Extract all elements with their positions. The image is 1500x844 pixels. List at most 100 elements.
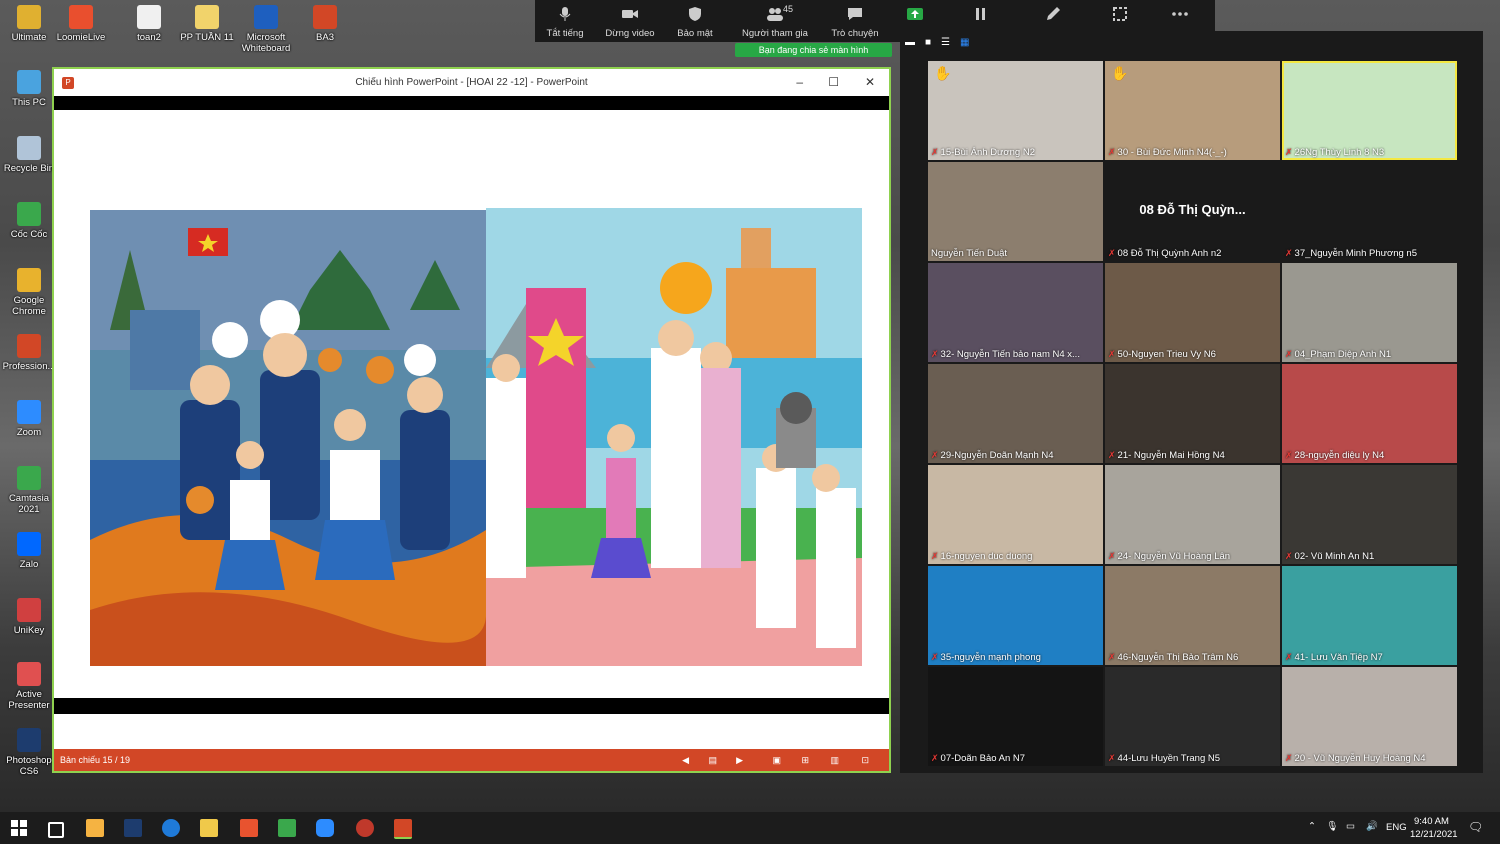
notifications-icon[interactable]: 🗨 bbox=[1468, 820, 1483, 834]
desktop-icon-label: Recycle Bin bbox=[3, 163, 55, 174]
participant-tile[interactable]: ✗ 26Ng Thùy Linh 8 N3 bbox=[1282, 61, 1457, 160]
slide-sorter-icon[interactable]: ⊞ bbox=[801, 755, 809, 766]
clock-date[interactable]: 12/21/2021 bbox=[1410, 829, 1458, 840]
participant-tile[interactable]: ✗ 29-Nguyễn Doãn Mạnh N4 bbox=[928, 364, 1103, 463]
slideshow-view-icon[interactable]: ⊡ bbox=[861, 755, 869, 766]
task-view-icon[interactable] bbox=[48, 822, 64, 838]
security-button[interactable]: Bảo mật bbox=[665, 0, 725, 42]
strip-view-icon[interactable]: ☰ bbox=[941, 37, 950, 48]
camtasia-icon[interactable] bbox=[278, 819, 296, 837]
participant-tile[interactable]: ✗ 37_Nguyễn Minh Phương n5 bbox=[1282, 162, 1457, 261]
camtasia-recorder-icon[interactable] bbox=[240, 819, 258, 837]
participants-label: Người tham gia bbox=[742, 28, 808, 39]
microphone-icon bbox=[559, 7, 571, 21]
slide-counter: Bản chiếu 15 / 19 bbox=[60, 755, 131, 765]
participant-name-label: ✗ 02- Vũ Minh An N1 bbox=[1285, 551, 1374, 562]
desktop-icon-12[interactable]: Zoom bbox=[0, 400, 58, 438]
store-icon[interactable] bbox=[86, 819, 104, 837]
slide-menu-icon[interactable]: ▤ bbox=[708, 755, 717, 766]
participant-tile[interactable]: ✗ 24- Nguyễn Vũ Hoàng Lân bbox=[1105, 465, 1280, 564]
desktop-icon-label: Active Presenter bbox=[8, 689, 50, 711]
desktop-icon-14[interactable]: Zalo bbox=[0, 532, 58, 570]
prev-slide-icon[interactable]: ◀ bbox=[682, 755, 689, 766]
participant-tile[interactable]: ✗ 28-nguyễn diệu ly N4 bbox=[1282, 364, 1457, 463]
slide-canvas bbox=[54, 110, 889, 736]
participant-tile[interactable]: ✗ 02- Vũ Minh An N1 bbox=[1282, 465, 1457, 564]
desktop-icon-9[interactable]: Cốc Cốc bbox=[0, 202, 58, 240]
participant-tile[interactable]: ✗ 50-Nguyen Trieu Vy N6 bbox=[1105, 263, 1280, 362]
chat-button[interactable]: Trò chuyện bbox=[825, 0, 885, 42]
next-slide-icon[interactable]: ▶ bbox=[736, 755, 743, 766]
desktop-icon-10[interactable]: Google Chrome bbox=[0, 268, 58, 317]
participant-name-label: Nguyễn Tiến Duật bbox=[931, 248, 1007, 259]
desktop-icon-7[interactable]: This PC bbox=[0, 70, 58, 108]
desktop-icon-15[interactable]: UniKey bbox=[0, 598, 58, 636]
participant-name-label: ✗ 15-Bùi Ánh Dương N2 bbox=[931, 147, 1035, 158]
desktop-icon-label: UniKey bbox=[13, 625, 45, 636]
normal-view-icon[interactable]: ▣ bbox=[772, 755, 781, 766]
participant-tile[interactable]: ✗ 21- Nguyễn Mai Hồng N4 bbox=[1105, 364, 1280, 463]
participant-tile[interactable]: ✗ 46-Nguyễn Thị Bảo Trâm N6 bbox=[1105, 566, 1280, 665]
edge-icon[interactable] bbox=[162, 819, 180, 837]
maximize-button[interactable]: ☐ bbox=[828, 75, 839, 89]
windows-start-icon[interactable] bbox=[10, 819, 28, 837]
participant-name-text: 04_Phạm Diệp Anh N1 bbox=[1294, 349, 1392, 360]
participant-name-text: 15-Bùi Ánh Dương N2 bbox=[940, 147, 1035, 158]
muted-mic-icon: ✗ bbox=[1285, 248, 1293, 258]
desktop-icon-17[interactable]: Photoshop CS6 bbox=[0, 728, 58, 777]
desktop-icon-11[interactable]: Profession... bbox=[0, 334, 58, 372]
participants-count: 45 bbox=[783, 4, 794, 14]
participant-name-label: ✗ 07-Doãn Bảo An N7 bbox=[931, 753, 1025, 764]
participant-name-text: 08 Đỗ Thị Quỳnh Anh n2 bbox=[1117, 248, 1222, 259]
participant-tile[interactable]: ✗ 41- Lưu Văn Tiệp N7 bbox=[1282, 566, 1457, 665]
desktop-icon-1[interactable]: Ultimate bbox=[0, 5, 58, 43]
desktop-icon-2[interactable]: LoomieLive bbox=[52, 5, 110, 43]
participant-tile[interactable]: ✗ 35-nguyễn mạnh phong bbox=[928, 566, 1103, 665]
participant-name-text: 32- Nguyễn Tiến bảo nam N4 x... bbox=[940, 349, 1080, 360]
participant-tile[interactable]: ✗ 04_Phạm Diệp Anh N1 bbox=[1282, 263, 1457, 362]
participant-tile[interactable]: 08 Đỗ Thị Quỳn... ✗ 08 Đỗ Thị Quỳnh Anh n2 bbox=[1105, 162, 1280, 261]
speaker-view-icon[interactable]: ■ bbox=[925, 37, 931, 48]
desktop-icon-6[interactable]: BA3 bbox=[296, 5, 354, 43]
participant-name-text: 44-Lưu Huyền Trang N5 bbox=[1117, 753, 1221, 764]
volume-icon[interactable]: 🔊 bbox=[1366, 821, 1378, 832]
language-indicator[interactable]: ENG bbox=[1386, 822, 1407, 833]
desktop-icon-8[interactable]: Recycle Bin bbox=[0, 136, 58, 174]
reading-view-icon[interactable]: ▥ bbox=[830, 755, 839, 766]
minimize-button[interactable]: – bbox=[796, 75, 803, 89]
desktop-icon-4[interactable]: PP TUẦN 11 bbox=[178, 5, 236, 43]
gallery-view-icon[interactable]: ▦ bbox=[960, 37, 969, 48]
muted-mic-icon: ✗ bbox=[931, 349, 939, 359]
participants-button[interactable]: 45 Người tham gia bbox=[725, 0, 825, 42]
participant-tile[interactable]: ✗ 20 - Vũ Nguyễn Huy Hoàng N4 bbox=[1282, 667, 1457, 766]
participant-tile[interactable]: ✗ 44-Lưu Huyền Trang N5 bbox=[1105, 667, 1280, 766]
desktop-icon-16[interactable]: Active Presenter bbox=[0, 662, 58, 711]
participant-tile[interactable]: ✋ ✗ 15-Bùi Ánh Dương N2 bbox=[928, 61, 1103, 160]
close-button[interactable]: ✕ bbox=[865, 75, 875, 89]
slide-painting-left bbox=[90, 210, 486, 666]
minimize-gallery-icon[interactable]: ▬ bbox=[905, 37, 915, 48]
participant-tile[interactable]: Nguyễn Tiến Duật bbox=[928, 162, 1103, 261]
participant-tile[interactable]: ✗ 07-Doãn Bảo An N7 bbox=[928, 667, 1103, 766]
file-explorer-icon[interactable] bbox=[200, 819, 218, 837]
clock-time[interactable]: 9:40 AM bbox=[1414, 816, 1449, 827]
desktop-icon-5[interactable]: Microsoft Whiteboard bbox=[237, 5, 295, 54]
chrome-taskbar-icon[interactable] bbox=[356, 819, 374, 837]
photoshop-taskbar-icon[interactable] bbox=[124, 819, 142, 837]
tray-mic-icon[interactable]: 🎙 bbox=[1326, 821, 1338, 832]
participant-tile[interactable]: ✗ 16-nguyen duc duong bbox=[928, 465, 1103, 564]
participant-name-label: ✗ 20 - Vũ Nguyễn Huy Hoàng N4 bbox=[1285, 753, 1426, 764]
desktop-icon-3[interactable]: toan2 bbox=[120, 5, 178, 43]
participant-name-text: 26Ng Thùy Linh 8 N3 bbox=[1294, 147, 1385, 158]
participant-name-label: ✗ 46-Nguyễn Thị Bảo Trâm N6 bbox=[1108, 652, 1238, 663]
participant-tile[interactable]: ✗ 32- Nguyễn Tiến bảo nam N4 x... bbox=[928, 263, 1103, 362]
tray-chevron-icon[interactable]: ⌃ bbox=[1308, 821, 1316, 832]
mute-button[interactable]: Tắt tiếng bbox=[535, 0, 595, 42]
participant-tile[interactable]: ✋ ✗ 30 - Bùi Đức Minh N4(-_-) bbox=[1105, 61, 1280, 160]
desktop-icon-13[interactable]: Camtasia 2021 bbox=[0, 466, 58, 515]
stop-video-button[interactable]: Dừng video bbox=[595, 0, 665, 42]
zoom-taskbar-icon[interactable] bbox=[316, 819, 334, 837]
participant-name-text: 37_Nguyễn Minh Phương n5 bbox=[1294, 248, 1417, 259]
network-icon[interactable]: ▭ bbox=[1346, 821, 1355, 832]
powerpoint-taskbar-icon[interactable] bbox=[394, 819, 412, 839]
